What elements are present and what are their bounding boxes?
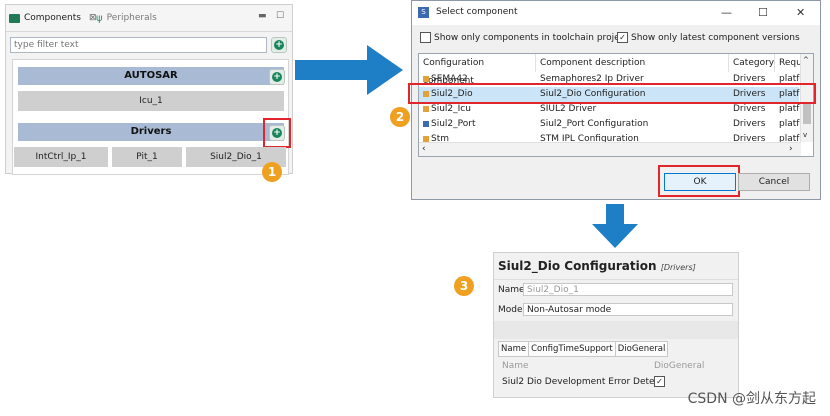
watermark-text: CSDN @剑从东方起: [687, 391, 816, 407]
category-autosar: AUTOSAR: [18, 67, 284, 85]
maximize-icon[interactable]: ☐: [276, 11, 284, 21]
column-header[interactable]: Requi: [775, 54, 804, 72]
component-table: Configuration component Component descri…: [418, 53, 814, 157]
component-pit-1[interactable]: Pit_1: [112, 147, 182, 167]
step-badge-3: 3: [454, 276, 474, 296]
component-groups: AUTOSAR + Icu_1 Drivers + IntCtrl_Ip_1 P…: [12, 59, 291, 175]
checkbox-checked-icon[interactable]: ✓: [617, 32, 628, 43]
tab-diogeneral[interactable]: DioGeneral: [616, 342, 668, 356]
toolchain-filter-checkbox[interactable]: Show only components in toolchain projec…: [420, 32, 628, 43]
latest-versions-checkbox[interactable]: ✓ Show only latest component versions: [617, 32, 800, 43]
arrow-right-icon: [295, 45, 403, 95]
add-autosar-component-button[interactable]: +: [269, 69, 285, 85]
table-row[interactable]: Siul2_Icu SIUL2 Driver Drivers platfo: [419, 102, 801, 117]
name-label: Name: [498, 285, 525, 295]
tab-peripherals-label: Peripherals: [106, 13, 157, 23]
component-icon: [423, 105, 429, 112]
plus-icon: +: [272, 72, 282, 82]
category-label: AUTOSAR: [124, 70, 178, 81]
filter-input[interactable]: [11, 38, 266, 52]
checkbox-label: Show only components in toolchain projec…: [434, 32, 629, 43]
column-header[interactable]: Component description: [536, 54, 729, 72]
category-drivers: Drivers: [18, 123, 284, 141]
tab-configtimesupport[interactable]: ConfigTimeSupport: [529, 342, 616, 356]
tab-components-label: Components: [24, 13, 81, 23]
tab-peripherals[interactable]: ψ Peripherals: [96, 11, 157, 25]
components-view: Components ⊠ ψ Peripherals ▬ ☐ + AUTOSAR…: [5, 4, 293, 175]
cell-desc: SIUL2 Driver: [540, 104, 597, 114]
checkbox-icon[interactable]: [420, 32, 431, 43]
scroll-down-icon[interactable]: v: [803, 131, 807, 139]
component-label: Icu_1: [139, 96, 163, 106]
components-icon: [9, 13, 20, 23]
field-name-value: DioGeneral: [654, 361, 705, 371]
minimize-icon[interactable]: ▬: [258, 11, 267, 21]
scroll-right-icon[interactable]: ›: [789, 143, 793, 156]
component-icon: [423, 120, 429, 127]
peripherals-icon: ψ: [96, 12, 103, 24]
cell-desc: Siul2_Port Configuration: [540, 119, 649, 129]
tab-name[interactable]: Name: [499, 342, 530, 356]
table-row[interactable]: Siul2_Port Siul2_Port Configuration Driv…: [419, 117, 801, 132]
close-icon[interactable]: ✕: [796, 6, 805, 19]
filter-field[interactable]: [10, 37, 267, 53]
arrow-down-icon: [592, 204, 638, 248]
config-title: Siul2_Dio Configuration [Drivers]: [498, 259, 696, 273]
component-icon: [423, 75, 429, 82]
dev-error-checkbox[interactable]: ✓: [654, 376, 665, 387]
select-component-dialog: S Select component — ☐ ✕ Show only compo…: [408, 0, 821, 200]
component-label: Siul2_Dio_1: [210, 152, 262, 162]
cell-name: Siul2_Port: [431, 119, 476, 129]
config-tab-bar: Name ConfigTimeSupport DioGeneral: [498, 341, 669, 357]
separator-band: [494, 321, 738, 339]
cell-req: platfo: [779, 119, 801, 129]
mode-label: Mode: [498, 305, 523, 315]
mode-dropdown[interactable]: Non-Autosar mode: [523, 303, 733, 316]
cell-category: Drivers: [733, 119, 766, 129]
cell-category: Drivers: [733, 104, 766, 114]
tab-components[interactable]: Components ⊠: [9, 11, 97, 25]
cancel-button[interactable]: Cancel: [738, 173, 810, 191]
highlight-ok-button: [658, 165, 740, 197]
cell-req: platfo: [779, 104, 801, 114]
plus-icon: +: [274, 40, 284, 50]
dialog-titlebar: S Select component — ☐ ✕: [412, 1, 820, 25]
add-component-button[interactable]: +: [271, 37, 287, 53]
highlight-add-button: [263, 118, 291, 148]
category-label: Drivers: [130, 126, 172, 137]
scroll-up-icon[interactable]: ^: [803, 56, 809, 64]
component-icon: [423, 135, 429, 142]
scroll-thumb[interactable]: [803, 104, 811, 124]
checkbox-label: Show only latest component versions: [631, 32, 800, 43]
column-header[interactable]: Category: [729, 54, 775, 72]
component-icu-1[interactable]: Icu_1: [18, 91, 284, 111]
field-name-label: Name: [502, 361, 529, 371]
horizontal-scrollbar[interactable]: ‹ ›: [419, 142, 801, 156]
scroll-left-icon[interactable]: ‹: [422, 143, 426, 156]
app-icon: S: [418, 7, 429, 18]
step-badge-2: 2: [390, 107, 410, 127]
maximize-icon[interactable]: ☐: [758, 6, 768, 19]
name-field[interactable]: Siul2_Dio_1: [523, 283, 733, 296]
minimize-icon[interactable]: —: [721, 6, 732, 19]
component-label: IntCtrl_Ip_1: [35, 152, 87, 162]
view-tab-bar: Components ⊠ ψ Peripherals ▬ ☐: [6, 5, 292, 32]
highlight-selected-row: [408, 83, 816, 104]
dev-error-label: Siul2 Dio Development Error Detect: [502, 377, 664, 387]
component-label: Pit_1: [136, 152, 158, 162]
configuration-editor: Siul2_Dio Configuration [Drivers] Name S…: [493, 252, 739, 398]
step-badge-1: 1: [262, 162, 282, 182]
config-subtitle: [Drivers]: [660, 263, 696, 272]
column-header[interactable]: Configuration component: [419, 54, 536, 86]
config-title-text: Siul2_Dio Configuration: [498, 259, 657, 273]
component-intctrl-ip-1[interactable]: IntCtrl_Ip_1: [14, 147, 108, 167]
dialog-title: Select component: [436, 7, 518, 17]
cell-name: Siul2_Icu: [431, 104, 471, 114]
